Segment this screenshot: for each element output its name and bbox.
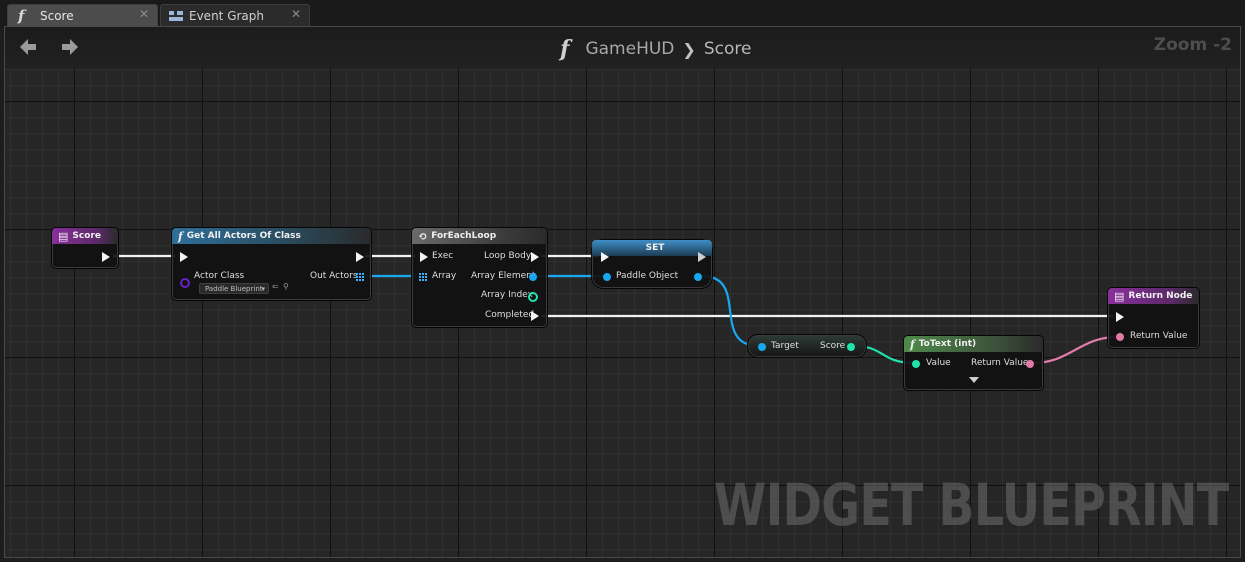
widget-blueprint-watermark: WIDGET BLUEPRINT xyxy=(713,471,1229,539)
paddle-object-label: Paddle Object xyxy=(616,271,679,281)
target-pin[interactable] xyxy=(758,343,766,351)
event-graph-icon xyxy=(169,10,183,21)
actor-class-pin[interactable] xyxy=(180,278,190,288)
exec-out-pin[interactable] xyxy=(698,252,706,262)
close-icon[interactable]: ✕ xyxy=(139,7,149,21)
tab-label: Score xyxy=(40,8,74,23)
close-icon[interactable]: ✕ xyxy=(291,7,301,21)
out-actors-label: Out Actors xyxy=(310,271,358,281)
tab-event-graph[interactable]: Event Graph ✕ xyxy=(160,4,310,26)
actor-class-dropdown[interactable]: Paddle Blueprint ▾ xyxy=(199,283,269,294)
exec-label: Exec xyxy=(432,251,454,261)
return-node[interactable]: ▤ Return Node Return Value xyxy=(1107,287,1200,349)
exec-in-pin[interactable] xyxy=(601,252,609,262)
actor-class-value: Paddle Blueprint xyxy=(205,285,263,293)
score-label: Score xyxy=(820,341,846,351)
node-title: ToText (int) xyxy=(918,339,977,349)
paddle-object-out-pin[interactable] xyxy=(694,273,702,281)
node-header: f Get All Actors Of Class xyxy=(172,228,371,244)
return-value-label: Return Value xyxy=(1130,331,1188,341)
tab-label: Event Graph xyxy=(189,8,264,23)
function-return-icon: ▤ xyxy=(1114,289,1125,303)
foreach-loop-node[interactable]: ⟲ ForEachLoop Exec Array Loop Body Array… xyxy=(411,227,548,328)
expand-arrow-icon[interactable] xyxy=(969,377,979,383)
breadcrumb-separator-icon: ❯ xyxy=(682,39,696,59)
breadcrumb: f GameHUD ❯ Score xyxy=(560,36,751,62)
zoom-level: Zoom -2 xyxy=(1153,35,1232,55)
get-all-actors-of-class-node[interactable]: f Get All Actors Of Class Actor Class Pa… xyxy=(171,227,372,301)
exec-in-pin[interactable] xyxy=(1116,312,1124,322)
array-element-pin[interactable] xyxy=(529,273,537,281)
node-header: ▤ Return Node xyxy=(1108,288,1199,304)
tab-score[interactable]: f Score ✕ xyxy=(7,4,158,26)
function-icon: f xyxy=(560,36,570,62)
to-text-int-node[interactable]: f ToText (int) Value Return Value xyxy=(903,335,1044,391)
return-value-pin[interactable] xyxy=(1026,360,1034,368)
array-label: Array xyxy=(432,271,457,281)
return-value-label: Return Value xyxy=(971,358,1029,368)
node-title: Return Node xyxy=(1128,291,1193,301)
value-pin[interactable] xyxy=(912,360,920,368)
graph-toolbar: f GameHUD ❯ Score Zoom -2 xyxy=(5,27,1240,69)
paddle-object-pin[interactable] xyxy=(603,273,611,281)
set-variable-node[interactable]: SET Paddle Object xyxy=(591,239,713,289)
back-arrow-icon[interactable] xyxy=(17,37,39,59)
use-selected-icon[interactable]: ⇐ xyxy=(272,282,279,291)
node-header: ▤ Score xyxy=(52,228,118,244)
node-header: ⟲ ForEachLoop xyxy=(412,228,547,244)
loop-body-label: Loop Body xyxy=(484,251,532,261)
actor-class-label: Actor Class xyxy=(194,271,245,281)
completed-exec-pin[interactable] xyxy=(531,311,539,321)
score-out-pin[interactable] xyxy=(847,343,855,351)
array-pin-icon[interactable] xyxy=(356,273,365,282)
breadcrumb-current: Score xyxy=(703,39,752,59)
function-entry-node[interactable]: ▤ Score xyxy=(51,227,119,269)
loop-icon: ⟲ xyxy=(418,229,428,243)
text-wire xyxy=(1032,335,1118,365)
value-label: Value xyxy=(926,358,951,368)
function-icon: f xyxy=(910,337,915,351)
exec-out-pin[interactable] xyxy=(356,252,364,262)
function-icon: f xyxy=(18,6,25,25)
array-pin-icon[interactable] xyxy=(419,273,428,282)
exec-in-pin[interactable] xyxy=(420,252,428,262)
node-title: Get All Actors Of Class xyxy=(186,231,301,241)
array-element-label: Array Element xyxy=(471,271,536,281)
node-header: f ToText (int) xyxy=(904,336,1043,352)
target-label: Target xyxy=(771,341,799,351)
node-title: SET xyxy=(645,243,665,253)
loop-body-exec-pin[interactable] xyxy=(531,252,539,262)
breadcrumb-parent[interactable]: GameHUD xyxy=(585,39,674,59)
exec-in-pin[interactable] xyxy=(180,252,188,262)
completed-label: Completed xyxy=(485,310,535,320)
node-title: Score xyxy=(72,231,101,241)
exec-out-pin[interactable] xyxy=(102,252,110,262)
browse-icon[interactable]: ⚲ xyxy=(283,282,289,291)
return-value-pin[interactable] xyxy=(1116,333,1124,341)
node-header: SET xyxy=(592,240,712,256)
function-entry-icon: ▤ xyxy=(58,229,69,243)
chevron-down-icon: ▾ xyxy=(261,285,265,293)
array-index-label: Array Index xyxy=(481,290,533,300)
forward-arrow-icon[interactable] xyxy=(59,37,81,59)
function-icon: f xyxy=(178,229,183,243)
graph-editor-canvas[interactable]: f GameHUD ❯ Score Zoom -2 ▤ Score f Get … xyxy=(4,26,1241,558)
score-variable-getter-node[interactable]: Target Score xyxy=(747,334,867,358)
array-index-pin[interactable] xyxy=(528,292,538,302)
node-title: ForEachLoop xyxy=(431,231,497,241)
tab-strip: f Score ✕ Event Graph ✕ xyxy=(0,0,1245,26)
